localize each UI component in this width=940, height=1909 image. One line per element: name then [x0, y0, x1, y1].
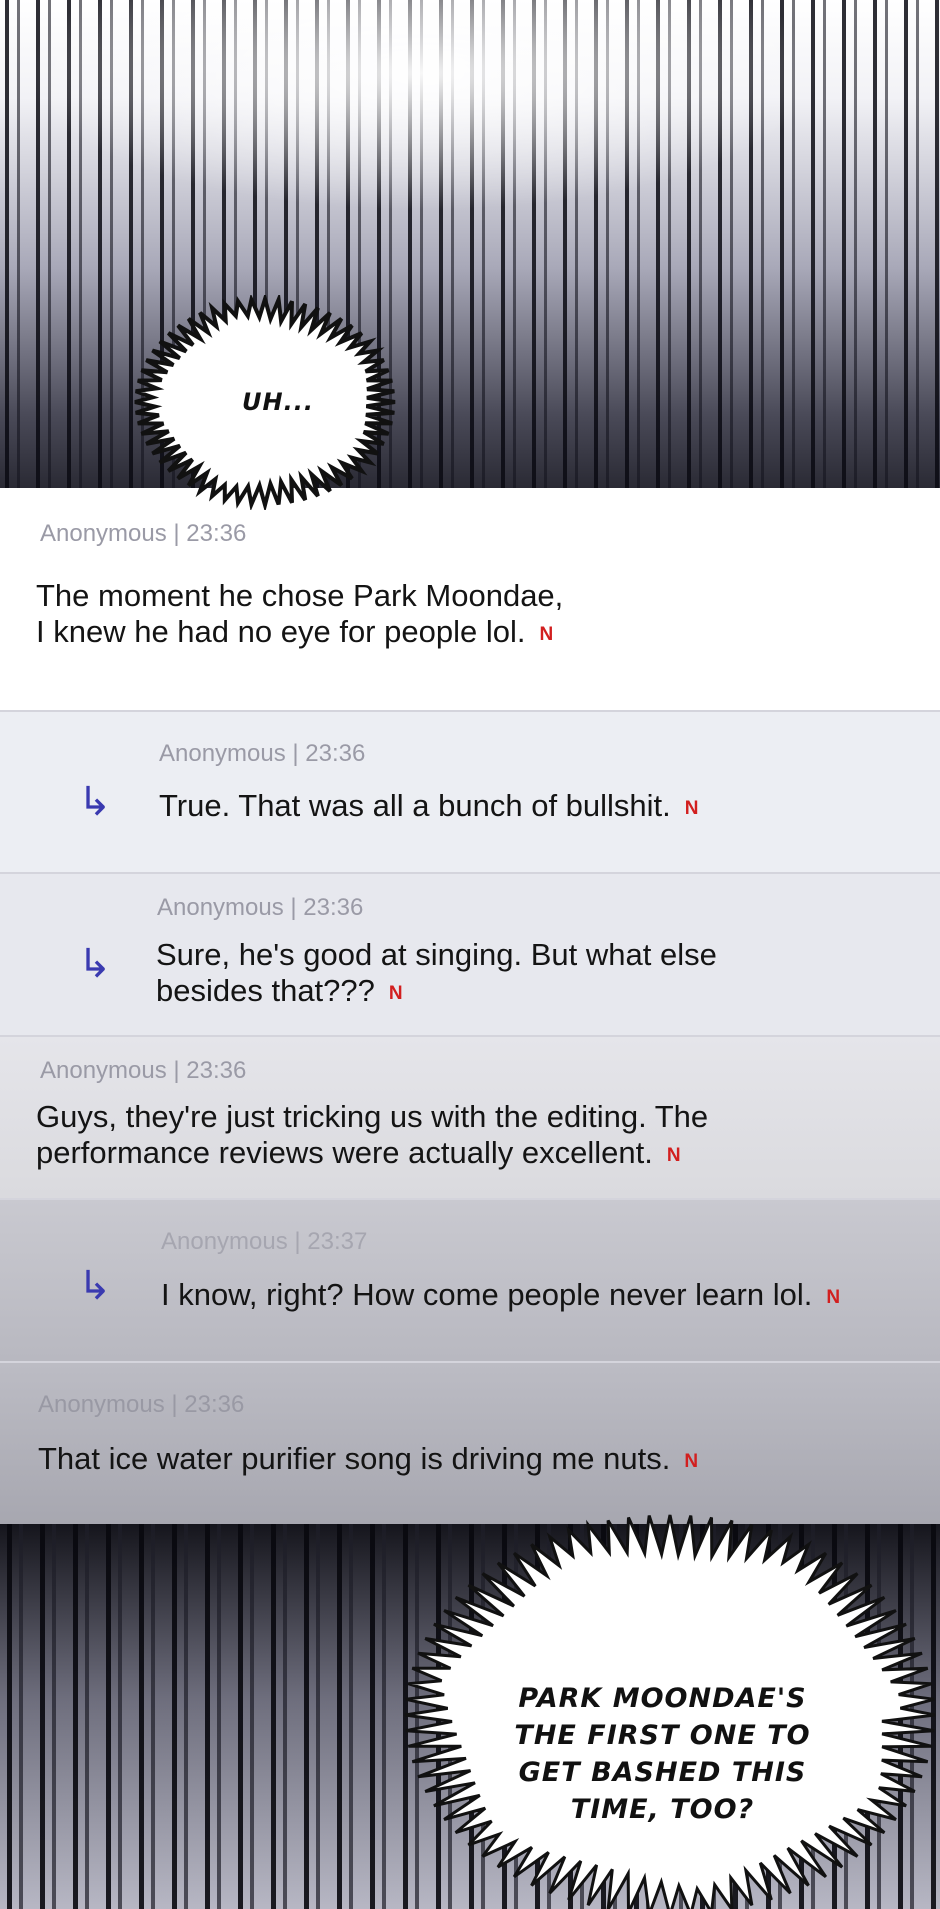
comment-text: True. That was all a bunch of bullshit. N — [159, 788, 699, 823]
comment-meta: Anonymous | 23:36 — [157, 894, 364, 921]
comment-meta: Anonymous | 23:36 — [40, 1057, 247, 1084]
new-badge: N — [539, 624, 554, 645]
comment-meta: Anonymous | 23:36 — [159, 740, 366, 767]
reply-item: Anonymous | 23:36 ↳ Sure, he's good at s… — [0, 874, 940, 1037]
comment-item: Anonymous | 23:36 That ice water purifie… — [0, 1363, 940, 1524]
reply-arrow-icon: ↳ — [78, 942, 112, 986]
comment-meta: Anonymous | 23:36 — [38, 1391, 245, 1418]
comment-text: That ice water purifier song is driving … — [38, 1441, 699, 1476]
new-badge: N — [684, 798, 699, 819]
comment-meta: Anonymous | 23:37 — [161, 1228, 368, 1255]
reply-item: Anonymous | 23:37 ↳ I know, right? How c… — [0, 1200, 940, 1363]
comment-text: Guys, they're just tricking us with the … — [36, 1099, 709, 1170]
comment-item: Anonymous | 23:36 The moment he chose Pa… — [0, 488, 940, 712]
speech-text-uh: UH... — [242, 388, 314, 416]
new-badge: N — [388, 983, 403, 1004]
comment-text: Sure, he's good at singing. But what els… — [156, 937, 717, 1008]
new-badge: N — [666, 1145, 681, 1166]
new-badge: N — [826, 1287, 841, 1308]
comment-text: The moment he chose Park Moondae, I knew… — [36, 578, 564, 649]
comment-text: I know, right? How come people never lea… — [161, 1277, 841, 1312]
reply-arrow-icon: ↳ — [78, 780, 112, 824]
speech-text-shout: PARK MOONDAE'S THE FIRST ONE TO GET BASH… — [514, 1683, 811, 1825]
reply-item: Anonymous | 23:36 ↳ True. That was all a… — [0, 712, 940, 874]
reply-arrow-icon: ↳ — [78, 1264, 112, 1308]
new-badge: N — [684, 1451, 699, 1472]
comment-item: Anonymous | 23:36 Guys, they're just tri… — [0, 1037, 940, 1200]
comment-meta: Anonymous | 23:36 — [40, 520, 247, 547]
